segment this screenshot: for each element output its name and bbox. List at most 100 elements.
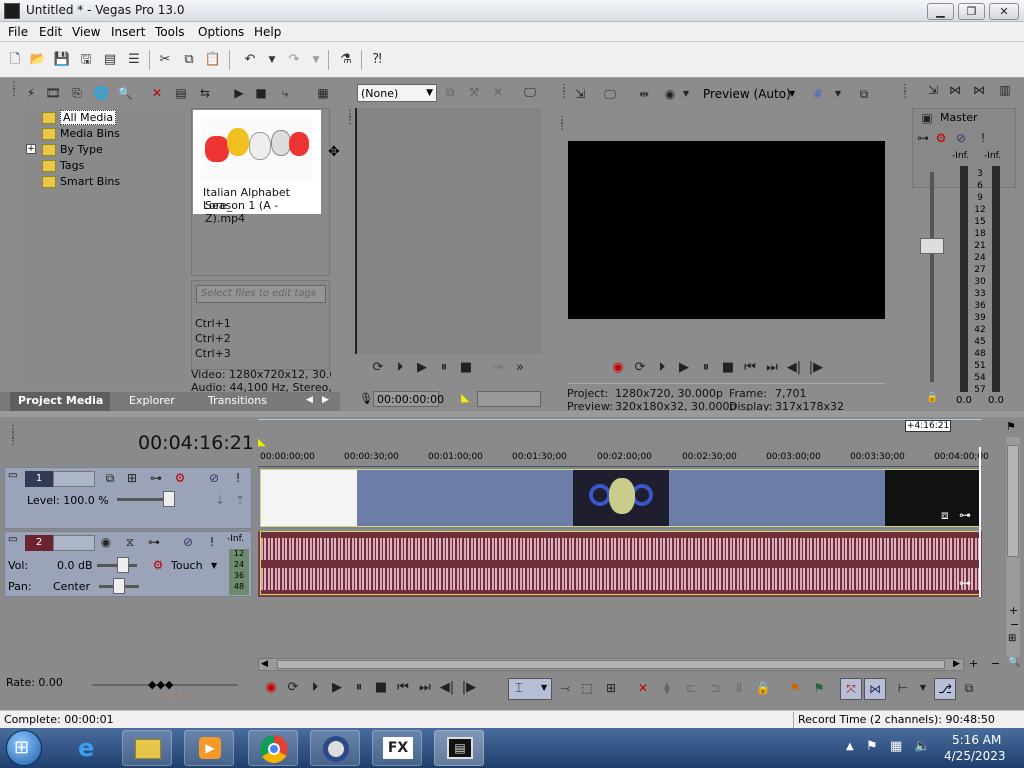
zoom-tool-icon[interactable]: 🔍 [1008, 657, 1020, 668]
properties-icon[interactable]: ☰ [124, 50, 144, 70]
trim-start-icon[interactable]: ⊏ [682, 680, 700, 696]
make-compositing-child-icon[interactable]: ⊞ [123, 470, 141, 486]
video-track-name[interactable] [53, 471, 95, 487]
vol-slider-handle[interactable] [117, 557, 129, 573]
save-icon[interactable]: 💾 [52, 50, 72, 70]
play-icon[interactable]: ▶ [326, 680, 348, 695]
audio-track-header[interactable]: ▭ 2 ◉ ⧖ ⊶ ⊘ ! -Inf. Vol: 0.0 dB ⚙ Touch … [4, 531, 252, 597]
loop-icon[interactable]: ⟳ [367, 360, 389, 375]
clock-date[interactable]: 4/25/2023 [944, 749, 1006, 763]
next-frame-icon[interactable]: |▶ [458, 680, 480, 695]
audio-track-name[interactable] [53, 535, 95, 551]
level-slider-handle[interactable] [163, 491, 175, 507]
trim-end-icon[interactable]: ⊐ [706, 680, 724, 696]
panel-grip[interactable]: ⋮ ⋮ [557, 116, 567, 132]
panel-grip[interactable]: ⋮ ⋮ ⋮ [8, 425, 18, 447]
tree-media-bins[interactable]: Media Bins [42, 126, 120, 142]
tree-by-type[interactable]: By Type [42, 142, 103, 158]
open-icon[interactable]: 📂 [28, 50, 48, 70]
whats-this-icon[interactable]: ⁈ [367, 50, 387, 70]
automation-mode[interactable]: Touch [171, 559, 203, 572]
preview-quality[interactable]: Preview (Auto) [703, 87, 791, 101]
media-thumbnail[interactable]: Italian Alphabet Lore_ Season 1 (A - Z).… [193, 110, 321, 225]
menu-help[interactable]: Help [254, 25, 281, 39]
tab-scroll-left-icon[interactable]: ◀ [306, 395, 313, 405]
scroll-left-icon[interactable]: ◀ [261, 659, 268, 669]
rate-handle-icon[interactable]: ◆◆◆ [148, 678, 173, 691]
save-as-icon[interactable]: 🖫 [76, 50, 96, 70]
redo-icon[interactable]: ↷ [284, 50, 304, 70]
capture-video-icon[interactable]: 🎞 [44, 85, 62, 101]
taskbar-quicktime[interactable] [310, 730, 360, 766]
delete-icon[interactable]: ✕ [634, 680, 652, 696]
undo-dropdown-icon[interactable]: ▼ [262, 50, 282, 70]
mixer-properties-icon[interactable]: ⇲ [924, 82, 942, 98]
new-icon[interactable]: 🗋 [5, 50, 25, 70]
tree-smart-bins[interactable]: Smart Bins [42, 174, 120, 190]
solo-icon[interactable]: ! [203, 534, 221, 550]
zoom-in-horizontal-icon[interactable]: + [969, 657, 978, 670]
ripple-mode-icon[interactable]: ⧉ [960, 680, 978, 696]
zoom-out-vertical-icon[interactable]: − [1010, 618, 1019, 631]
tray-network-icon[interactable]: ▦ [890, 739, 902, 754]
get-media-icon[interactable]: ⎘ [68, 85, 86, 101]
dim-icon[interactable]: ⋈ [970, 82, 988, 98]
playhead[interactable] [979, 447, 981, 597]
copy-icon[interactable]: ⧉ [179, 50, 199, 70]
stop-icon[interactable]: ■ [370, 680, 392, 695]
snapshot-icon[interactable]: ⚗ [336, 50, 356, 70]
audio-event-fx-icon[interactable]: ⊶ [959, 576, 971, 590]
maximize-button[interactable]: ❐ [958, 3, 985, 20]
menu-view[interactable]: View [72, 25, 100, 39]
prev-frame-icon[interactable]: ◀| [436, 680, 458, 695]
audio-clip[interactable]: ⊶ [260, 531, 980, 595]
track-minimize-icon[interactable]: ▭ [8, 470, 17, 481]
downmix-icon[interactable]: ⋈ [946, 82, 964, 98]
trimmer-timecode[interactable]: 00:00:00:00 [373, 391, 444, 407]
tray-up-icon[interactable]: ▲ [846, 741, 854, 752]
routing-icon[interactable]: ⊶ [145, 534, 163, 550]
menu-tools[interactable]: Tools [155, 25, 185, 39]
master-fader-handle[interactable] [920, 238, 944, 254]
stop-icon[interactable]: ■ [455, 360, 477, 375]
stop-media-icon[interactable]: ■ [252, 85, 270, 101]
routing-icon[interactable]: ⊶ [147, 470, 165, 486]
lock-icon[interactable]: 🔒 [754, 680, 772, 696]
audio-track-lane[interactable]: ⊶ [258, 531, 982, 597]
go-to-start-icon[interactable]: ⏮ [739, 360, 761, 375]
marker-icon[interactable]: ⚒ [465, 84, 483, 100]
scroll-thumb[interactable] [277, 660, 945, 669]
solo-icon[interactable]: ! [974, 130, 992, 146]
pan-crop-icon[interactable]: ⧈ [941, 508, 949, 523]
clock-time[interactable]: 5:16 AM [952, 733, 1001, 747]
close-button[interactable]: ✕ [989, 3, 1019, 20]
timeline-timecode[interactable]: 00:04:16:21 [138, 432, 254, 454]
cut-icon[interactable]: ✂ [155, 50, 175, 70]
panel-grip[interactable]: ⋮ ⋮ [559, 84, 569, 100]
media-properties-icon[interactable]: ▤ [172, 85, 190, 101]
more-icon[interactable]: » [509, 360, 531, 375]
zoom-vertical-icon[interactable]: ⊞ [1008, 633, 1016, 644]
panel-grip[interactable]: ⋮ ⋮ [900, 84, 910, 100]
master-fx-icon[interactable]: ⚙ [932, 130, 950, 146]
render-icon[interactable]: ▤ [100, 50, 120, 70]
edit-tool-dropdown-icon[interactable]: ▼ [541, 683, 547, 692]
collapse-track-icon[interactable]: ⇡ [231, 492, 249, 508]
paste-icon[interactable]: 📋 [203, 50, 223, 70]
zoom-in-vertical-icon[interactable]: + [1009, 604, 1018, 617]
pause-icon[interactable]: ⏸ [433, 360, 455, 375]
video-track-header[interactable]: ▭ 1 ⧉ ⊞ ⊶ ⚙ ⊘ ! Level: 100.0 % ⇣ ⇡ [4, 467, 252, 529]
mute-icon[interactable]: ⊘ [179, 534, 197, 550]
loop-icon[interactable]: ⟳ [282, 680, 304, 695]
auto-crossfade-button[interactable]: ⋈ [864, 678, 886, 700]
tab-explorer[interactable]: Explorer [129, 394, 175, 407]
play-icon[interactable]: ▶ [673, 360, 695, 375]
taskbar-internet-explorer[interactable]: e [66, 730, 116, 766]
play-media-icon[interactable]: ▶ [230, 85, 248, 101]
ripple-edit-button[interactable]: ⎇ [934, 678, 956, 700]
record-icon[interactable]: ◉ [260, 680, 282, 695]
tab-transitions[interactable]: Transitions [208, 394, 267, 407]
marker-icon[interactable]: ⚑ [1006, 420, 1016, 433]
copy-snapshot-icon[interactable]: ⧉ [855, 86, 873, 102]
search-media-icon[interactable]: 🔍 [116, 85, 134, 101]
